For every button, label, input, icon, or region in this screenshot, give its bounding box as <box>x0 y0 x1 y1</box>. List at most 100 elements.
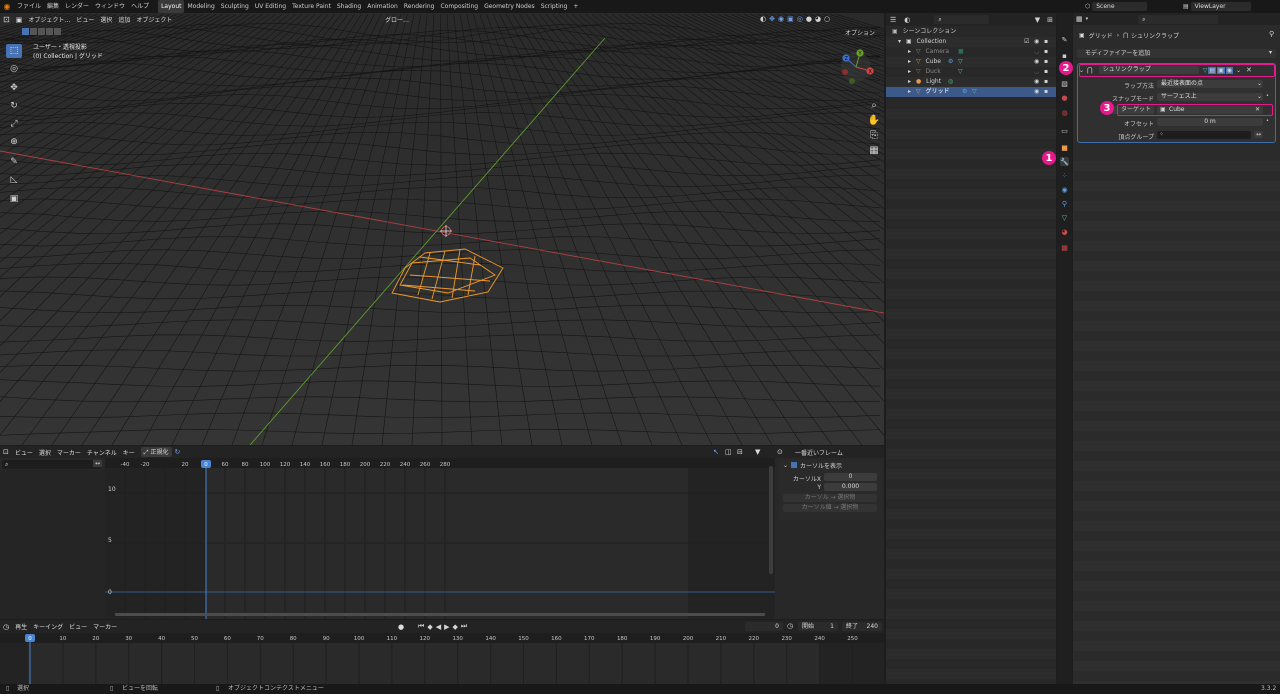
expand-arrow-icon[interactable]: ▸ <box>908 88 911 95</box>
render-tab-icon[interactable]: ▪ <box>1060 51 1069 60</box>
menu-window[interactable]: ウィンドウ <box>92 0 128 13</box>
graph-menu-channel[interactable]: チャンネル <box>84 448 120 457</box>
tab-uv-editing[interactable]: UV Editing <box>252 0 289 13</box>
rotate-tool-icon[interactable]: ↻ <box>6 99 22 113</box>
shading-solid-icon[interactable]: ● <box>806 15 812 23</box>
decorator-dot-icon[interactable]: • <box>1266 118 1269 124</box>
end-frame-field[interactable]: 終了 240 <box>842 622 882 631</box>
viewport-menu-add[interactable]: 追加 <box>115 15 133 24</box>
gizmo-toggle-icon[interactable]: ✥ <box>769 15 775 23</box>
offset-field[interactable]: 0 m <box>1157 118 1263 126</box>
xray-toggle-icon[interactable]: ▣ <box>787 15 794 23</box>
graph-menu-select[interactable]: 選択 <box>36 448 54 457</box>
view-layer-field[interactable]: ViewLayer <box>1190 2 1251 11</box>
channel-list[interactable] <box>0 470 105 619</box>
snap-mode-dropdown[interactable]: サーフェス上 <box>1157 93 1263 101</box>
blender-logo-icon[interactable]: ◉ <box>0 2 14 11</box>
filter-icon[interactable]: ▼ <box>1031 16 1044 24</box>
visibility-hidden-icon[interactable]: ◡ <box>1034 47 1039 57</box>
render-camera-icon[interactable]: ▪ <box>1044 87 1048 97</box>
data-tab-icon[interactable]: ▽ <box>1060 213 1069 222</box>
filter-funnel-icon[interactable]: ▼ <box>752 448 763 456</box>
cursor-to-selected-button[interactable]: カーソル → 選択物 <box>783 494 877 502</box>
auto-normalize-icon[interactable]: ↻ <box>172 448 184 456</box>
perspective-toggle-icon[interactable]: ▦ <box>867 143 881 157</box>
select-invert-icon[interactable] <box>46 28 53 35</box>
expand-arrow-icon[interactable]: ▾ <box>898 38 901 45</box>
only-errors-icon[interactable]: ⊟ <box>734 448 746 456</box>
outliner-row-light[interactable]: ▸ ● Light ◎ ◉ ▪ <box>886 77 1056 87</box>
tab-animation[interactable]: Animation <box>364 0 401 13</box>
cursor-tool-icon[interactable]: ◎ <box>6 62 22 76</box>
next-keyframe-icon[interactable]: ◆ <box>452 623 457 631</box>
expand-arrow-icon[interactable]: ▸ <box>908 78 911 85</box>
outliner-row-cube[interactable]: ▸ ▽ Cube ⚙ ▽ ◉ ▪ <box>886 57 1056 67</box>
scene-tab-icon[interactable]: ● <box>1060 93 1069 102</box>
panel-collapse-icon[interactable]: ⌄ <box>783 462 788 469</box>
graph-menu-key[interactable]: キー <box>120 448 138 457</box>
play-icon[interactable]: ▶ <box>444 623 449 631</box>
viewport-scene[interactable]: X Y Z <box>0 13 884 445</box>
timeline-menu-playback[interactable]: 再生 <box>12 622 30 631</box>
graph-area[interactable]: -40-202040608010012014016018020022024026… <box>105 458 775 619</box>
measure-tool-icon[interactable]: ◺ <box>6 173 22 187</box>
render-camera-icon[interactable]: ▪ <box>1044 37 1048 47</box>
invert-vertex-group-icon[interactable]: ↔ <box>1254 131 1264 138</box>
visibility-eye-icon[interactable]: ◉ <box>1034 57 1039 67</box>
exclude-checkbox-icon[interactable]: ☑ <box>1024 37 1029 47</box>
jump-start-icon[interactable]: ⏮ <box>418 622 424 631</box>
collection-tab-icon[interactable]: ▭ <box>1060 126 1069 135</box>
menu-render[interactable]: レンダー <box>62 0 92 13</box>
overlay-toggle-icon[interactable]: ◉ <box>778 15 784 23</box>
collection-row[interactable]: ▾ ▣ Collection ☑ ◉ ▪ <box>886 37 1056 47</box>
display-mode-icon[interactable]: ◐ <box>900 16 914 24</box>
preview-range-icon[interactable]: ◷ <box>787 622 793 630</box>
select-extend-icon[interactable] <box>30 28 37 35</box>
tab-shading[interactable]: Shading <box>334 0 364 13</box>
add-cube-tool-icon[interactable]: ▣ <box>6 192 22 206</box>
material-tab-icon[interactable]: ◕ <box>1060 227 1069 236</box>
camera-view-icon[interactable]: ⎘ <box>867 128 881 142</box>
visibility-eye-icon[interactable]: ◉ <box>1034 87 1039 97</box>
current-frame-field[interactable]: 0 <box>745 622 783 631</box>
properties-editor-icon[interactable]: ▦ <box>1073 15 1086 23</box>
tab-geometry-nodes[interactable]: Geometry Nodes <box>481 0 538 13</box>
tab-scripting[interactable]: Scripting <box>538 0 571 13</box>
pin-icon[interactable]: ⚲ <box>1269 30 1274 38</box>
render-camera-icon[interactable]: ▪ <box>1044 67 1048 77</box>
render-camera-icon[interactable]: ▪ <box>1044 57 1048 67</box>
normalize-toggle[interactable]: ⤢ 正規化 <box>140 447 172 457</box>
properties-dropdown-icon[interactable]: ▾ <box>1086 16 1089 22</box>
pan-hand-icon[interactable]: ✋ <box>867 113 881 127</box>
wrap-method-dropdown[interactable]: 最近接表面の点 <box>1157 80 1263 88</box>
add-workspace-button[interactable]: + <box>570 0 581 13</box>
tool-settings-tab-icon[interactable]: ✎ <box>1060 35 1069 44</box>
transform-tool-icon[interactable]: ⊕ <box>6 135 22 149</box>
select-subtract-icon[interactable] <box>38 28 45 35</box>
scene-field[interactable]: Scene <box>1092 2 1148 11</box>
timeline-area[interactable]: 10 20 30 40 50 60 70 80 90 100 110 120 130 140 150 160 1… <box>0 633 884 684</box>
visibility-eye-icon[interactable]: ◉ <box>1034 37 1039 47</box>
channel-filter-icon[interactable]: ↔ <box>93 460 103 467</box>
timeline-editor-type-icon[interactable]: ◷ <box>0 623 12 631</box>
menu-edit[interactable]: 編集 <box>44 0 62 13</box>
3d-viewport[interactable]: X Y Z ⊡ ▣ オブジェクト… ビュー 選択 追加 オブジェクト グロー… … <box>0 13 884 445</box>
menu-file[interactable]: ファイル <box>14 0 44 13</box>
cursor-value-to-selected-button[interactable]: カーソル値 → 選択物 <box>783 504 877 512</box>
play-reverse-icon[interactable]: ◀ <box>436 623 441 631</box>
world-tab-icon[interactable]: ◍ <box>1060 108 1069 117</box>
tab-layout[interactable]: Layout <box>158 0 185 13</box>
viewport-menu-select[interactable]: 選択 <box>97 15 115 24</box>
vertex-group-field[interactable] <box>1157 131 1251 139</box>
auto-snapping-dropdown[interactable]: 一番近いフレーム <box>792 448 846 457</box>
add-modifier-button[interactable]: モディファイアーを追加 <box>1077 49 1276 58</box>
object-tab-icon[interactable]: ■ <box>1060 143 1069 152</box>
texture-tab-icon[interactable]: ▦ <box>1060 243 1069 252</box>
tab-sculpting[interactable]: Sculpting <box>218 0 252 13</box>
cursor-y-field[interactable]: 0.000 <box>824 483 877 491</box>
tab-compositing[interactable]: Compositing <box>437 0 481 13</box>
tab-texture-paint[interactable]: Texture Paint <box>289 0 334 13</box>
viewport-menu-object[interactable]: オブジェクト <box>133 15 175 24</box>
shading-rendered-icon[interactable]: ○ <box>824 15 830 23</box>
shading-material-icon[interactable]: ◕ <box>815 15 821 23</box>
